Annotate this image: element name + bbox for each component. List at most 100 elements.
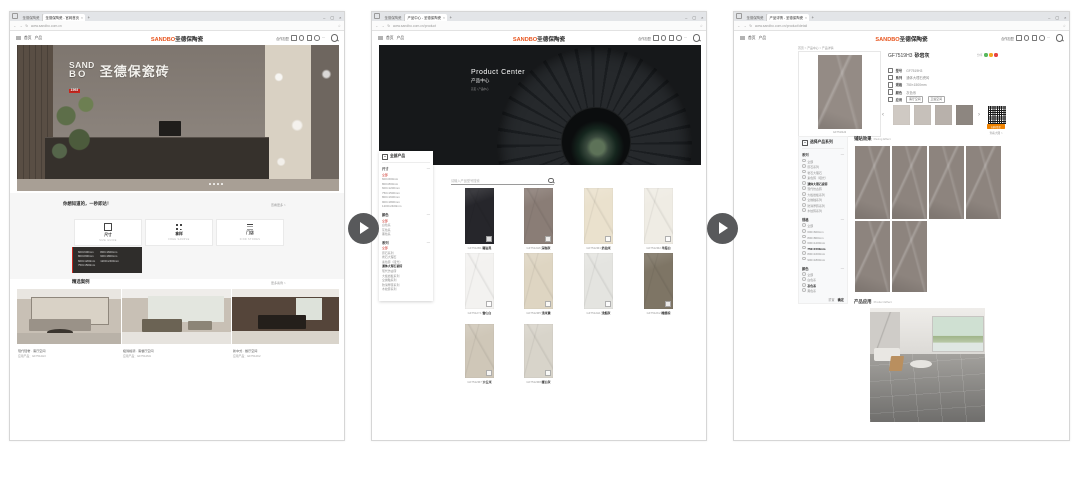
product-search-bar[interactable]: 请输入产品型号搜索 xyxy=(451,177,554,185)
contact-link[interactable]: 合作加盟 xyxy=(276,36,289,41)
phone-icon[interactable] xyxy=(1016,35,1022,41)
minimize-button[interactable]: – xyxy=(321,14,328,21)
back-button[interactable]: ← xyxy=(13,24,17,28)
wechat-icon[interactable] xyxy=(1024,35,1030,41)
breadcrumb[interactable]: 首页 > 产品中心 > 产品详情 xyxy=(798,46,834,50)
size-option[interactable]: 1200×2400mm xyxy=(100,259,119,264)
carousel-next-button[interactable]: › xyxy=(978,105,980,125)
window-close-button[interactable]: × xyxy=(699,14,706,21)
quick-card-size[interactable]: 尺寸 SIZE GUIDE xyxy=(74,219,142,246)
nav-products[interactable]: 产品 xyxy=(759,36,767,41)
new-tab-button[interactable]: + xyxy=(811,16,814,20)
case-photo-dining[interactable] xyxy=(232,289,339,344)
quick-card-stores[interactable]: 门店 FIND STORES xyxy=(216,219,284,246)
color-swatch[interactable] xyxy=(956,105,973,125)
menu-icon[interactable] xyxy=(16,36,21,40)
color-swatch[interactable] xyxy=(893,105,910,125)
tab-close-icon[interactable]: × xyxy=(805,16,807,20)
play-arrow-icon[interactable] xyxy=(348,213,379,244)
reload-button[interactable]: ↻ xyxy=(387,24,390,28)
browser-tab-inactive[interactable]: 圣德保陶瓷 xyxy=(20,14,43,21)
quick-more-link[interactable]: 查看更多 > xyxy=(271,203,286,207)
browser-tab-inactive[interactable]: 圣德保陶瓷 xyxy=(744,14,767,21)
size-option[interactable]: 800×800mm xyxy=(78,254,95,259)
more-icon[interactable]: ··· xyxy=(1047,36,1050,40)
window-close-button[interactable]: × xyxy=(337,14,344,21)
product-image-box[interactable]: GF7519H3 xyxy=(798,51,881,137)
browser-tab-inactive[interactable]: 圣德保陶瓷 xyxy=(382,14,405,21)
forward-button[interactable]: → xyxy=(743,24,747,28)
color-swatch[interactable] xyxy=(935,105,952,125)
filter-apply-button[interactable]: 确定 xyxy=(838,297,844,302)
bookmark-star-icon[interactable]: ☆ xyxy=(1063,24,1066,28)
collapse-icon[interactable]: — xyxy=(841,152,844,157)
search-icon[interactable] xyxy=(331,34,339,42)
site-logo[interactable]: SANDBO圣德保陶瓷 xyxy=(513,35,565,43)
collapse-icon[interactable]: — xyxy=(427,166,430,171)
size-option[interactable]: 750×1500mm xyxy=(78,263,95,268)
filter-option[interactable]: 1200×2400mm xyxy=(382,204,430,209)
bookmark-star-icon[interactable]: ☆ xyxy=(700,24,703,28)
share-icon[interactable] xyxy=(314,35,320,41)
collapse-icon[interactable]: — xyxy=(427,240,430,245)
forward-button[interactable]: → xyxy=(381,24,385,28)
maximize-button[interactable]: ▢ xyxy=(1053,14,1062,21)
site-logo[interactable]: SANDBO圣德保陶瓷 xyxy=(151,35,203,43)
tab-close-icon[interactable]: × xyxy=(81,16,83,20)
application-scene-photo[interactable] xyxy=(870,308,985,422)
carousel-dots[interactable] xyxy=(209,183,223,185)
filter-option[interactable]: 木纹砖系列 xyxy=(382,287,430,292)
share-icon[interactable] xyxy=(1039,35,1045,41)
qq-share-icon[interactable] xyxy=(989,53,992,56)
back-button[interactable]: ← xyxy=(375,24,379,28)
contact-link[interactable]: 合作加盟 xyxy=(638,36,651,41)
url-text[interactable]: www.sandbo.com.cn/product xyxy=(393,24,436,28)
minimize-button[interactable]: – xyxy=(683,14,690,21)
search-icon[interactable] xyxy=(1056,34,1064,42)
back-button[interactable]: ← xyxy=(737,24,741,28)
maximize-button[interactable]: ▢ xyxy=(328,14,337,21)
bookmark-star-icon[interactable]: ☆ xyxy=(338,24,341,28)
apply-tag[interactable]: 卫浴空间 xyxy=(928,96,945,103)
weibo-icon[interactable] xyxy=(307,35,313,41)
filter-reset-button[interactable]: 重置 xyxy=(828,297,834,302)
filter-option[interactable]: 黑色系 xyxy=(802,288,844,294)
url-text[interactable]: www.sandbo.com.cn xyxy=(31,24,62,28)
color-swatch[interactable] xyxy=(914,105,931,125)
minimize-button[interactable]: – xyxy=(1046,14,1053,21)
more-icon[interactable]: ··· xyxy=(684,36,687,40)
window-close-button[interactable]: × xyxy=(1062,14,1069,21)
search-icon[interactable] xyxy=(693,34,701,42)
nav-home[interactable]: 首页 xyxy=(24,36,32,41)
url-text[interactable]: www.sandbo.com.cn/product/detail xyxy=(755,24,807,28)
phone-icon[interactable] xyxy=(653,35,659,41)
collapse-icon[interactable]: — xyxy=(841,217,844,222)
wechat-icon[interactable] xyxy=(299,35,305,41)
collapse-icon[interactable]: — xyxy=(427,212,430,217)
share-icon[interactable] xyxy=(676,35,682,41)
wechat-share-icon[interactable] xyxy=(984,53,987,56)
browser-apps-icon[interactable] xyxy=(736,13,742,19)
maximize-button[interactable]: ▢ xyxy=(690,14,699,21)
nav-home[interactable]: 首页 xyxy=(748,36,756,41)
case-photo-living[interactable] xyxy=(17,289,121,344)
filter-option[interactable]: 黑色系 xyxy=(382,232,430,237)
filter-option[interactable]: 900×1800mm xyxy=(802,257,844,263)
reload-button[interactable]: ↻ xyxy=(749,24,752,28)
wechat-icon[interactable] xyxy=(661,35,667,41)
apply-tag[interactable]: 客厅空间 xyxy=(906,96,923,103)
menu-icon[interactable] xyxy=(740,36,745,40)
nav-products[interactable]: 产品 xyxy=(397,36,405,41)
weibo-share-icon[interactable] xyxy=(994,53,997,56)
browser-apps-icon[interactable] xyxy=(12,13,18,19)
browser-tab-active[interactable]: 产品详情 - 圣德保陶瓷× xyxy=(767,14,810,21)
qr-more-link[interactable]: 查看大图 > xyxy=(985,131,1007,135)
new-tab-button[interactable]: + xyxy=(449,16,452,20)
forward-button[interactable]: → xyxy=(19,24,23,28)
filter-option[interactable]: 木纹砖系列 xyxy=(802,208,844,214)
nav-products[interactable]: 产品 xyxy=(35,36,43,41)
site-logo[interactable]: SANDBO圣德保陶瓷 xyxy=(875,35,927,43)
reload-button[interactable]: ↻ xyxy=(25,24,28,28)
contact-link[interactable]: 合作加盟 xyxy=(1001,36,1014,41)
quick-card-sample[interactable]: 拿样 FREE SAMPLE xyxy=(145,219,213,246)
